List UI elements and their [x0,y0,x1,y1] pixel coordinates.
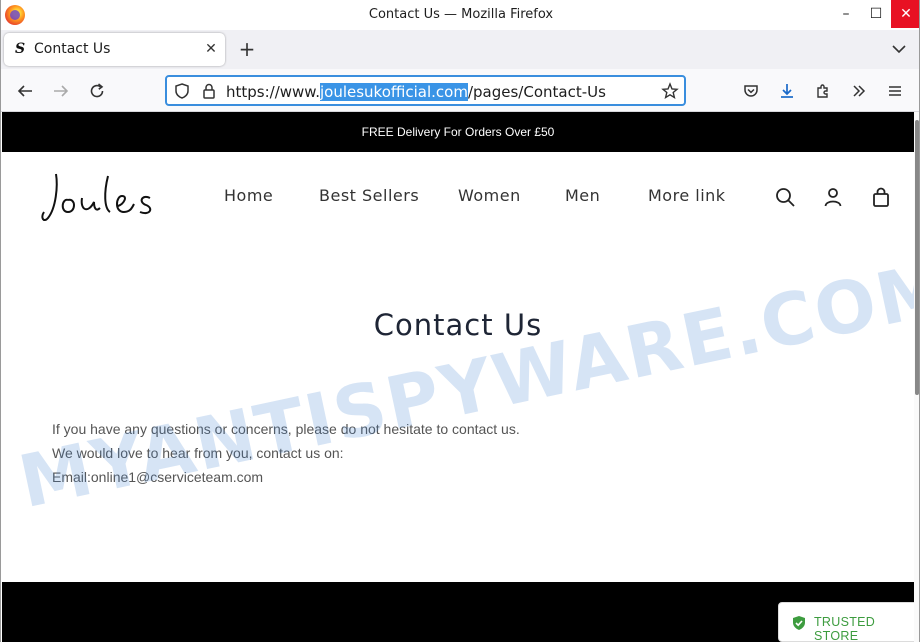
page-title: Contact Us [373,308,543,342]
url-path: /pages/Contact-Us [467,83,606,101]
url-domain-highlighted: joulesukofficial.com [319,83,468,101]
window-title: Contact Us — Mozilla Firefox [368,7,554,22]
extensions-puzzle-icon[interactable] [810,78,836,104]
promo-banner: FREE Delivery For Orders Over £50 [2,112,914,152]
tab-contact-us[interactable]: S Contact Us ✕ [4,33,225,66]
shield-check-icon [792,615,806,631]
downloads-icon[interactable] [774,78,800,104]
bookmark-star-icon[interactable] [661,82,679,100]
url-prefix: https://www. [226,83,320,101]
nav-home[interactable]: Home [224,186,273,205]
joules-logo[interactable] [38,168,168,228]
page-scrollbar-thumb[interactable] [915,120,919,395]
web-page: FREE Delivery For Orders Over £50 Home B… [2,112,914,642]
pocket-icon[interactable] [738,78,764,104]
hamburger-menu-icon[interactable] [882,78,908,104]
nav-men[interactable]: Men [565,186,600,205]
address-bar[interactable]: https://www.joulesukofficial.com/pages/C… [165,75,686,106]
tab-strip: S Contact Us ✕ + [1,30,919,69]
minimize-button[interactable]: – [831,0,861,28]
tab-close-icon[interactable]: ✕ [201,39,221,59]
nav-women[interactable]: Women [458,186,521,205]
contact-text-line-2: We would love to hear from you, contact … [52,445,344,461]
nav-best-sellers[interactable]: Best Sellers [319,186,419,205]
contact-email-line: Email:online1@cserviceteam.com [52,469,264,485]
search-icon[interactable] [774,186,796,208]
account-user-icon[interactable] [822,186,844,208]
trusted-store-badge[interactable]: TRUSTED STORE [778,602,914,642]
tab-title: Contact Us [34,41,111,57]
maximize-button[interactable]: ☐ [861,0,891,28]
site-favicon-icon: S [15,41,26,57]
shopping-bag-icon[interactable] [870,186,892,208]
trusted-store-label: TRUSTED STORE [814,615,876,642]
contact-text-line-1: If you have any questions or concerns, p… [52,421,520,437]
back-arrow-icon[interactable] [12,78,38,104]
more-tools-chevrons-icon[interactable] [846,78,872,104]
title-bar: Contact Us — Mozilla Firefox – ☐ ✕ [1,0,919,30]
tracking-protection-shield-icon[interactable] [173,82,191,100]
nav-more-link[interactable]: More link [648,186,726,205]
browser-window: Contact Us — Mozilla Firefox – ☐ ✕ S Con… [0,0,920,642]
navigation-toolbar: https://www.joulesukofficial.com/pages/C… [1,69,919,112]
reload-icon[interactable] [84,78,110,104]
forward-arrow-icon[interactable] [48,78,74,104]
close-window-button[interactable]: ✕ [891,0,919,28]
padlock-icon[interactable] [200,82,218,100]
new-tab-button[interactable]: + [234,36,260,62]
url-text[interactable]: https://www.joulesukofficial.com/pages/C… [226,83,606,101]
list-all-tabs-chevron-icon[interactable] [888,38,910,60]
